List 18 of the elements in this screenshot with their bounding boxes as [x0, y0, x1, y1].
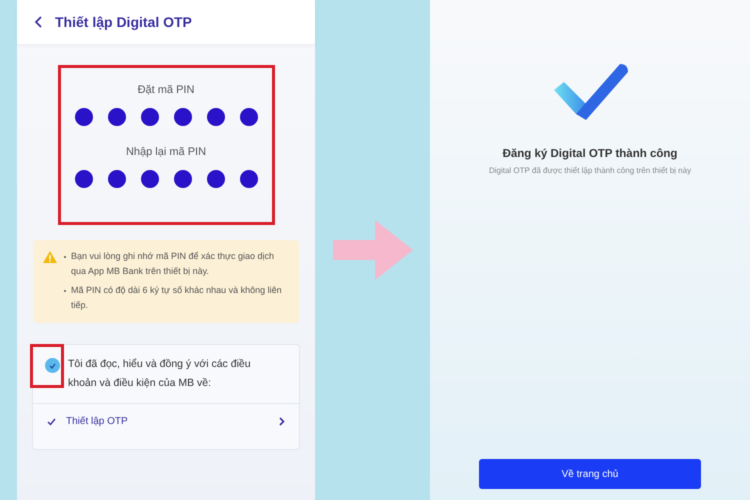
success-title: Đăng ký Digital OTP thành công — [502, 148, 678, 160]
arrow-icon — [332, 220, 412, 280]
back-icon — [35, 16, 43, 28]
pin-label: Nhập lại mã PIN — [126, 146, 206, 158]
warning-icon — [43, 251, 57, 263]
warning-note: Bạn vui lòng ghi nhớ mã PIN để xác thực giao dịch qua App MB Bank trên thiết bị này. — [63, 249, 291, 279]
agree-checkbox[interactable] — [45, 358, 60, 373]
pin-label: Đặt mã PIN — [138, 84, 194, 96]
check-icon — [49, 362, 56, 368]
chevron-icon — [279, 417, 285, 426]
screen-title: Thiết lập Digital OTP — [55, 14, 192, 30]
back-button[interactable] — [35, 16, 43, 28]
terms-link[interactable]: Thiết lập OTP — [33, 404, 299, 449]
highlight-frame — [30, 344, 64, 388]
home-button[interactable]: Về trang chủ — [479, 459, 701, 489]
success-message: Digital OTP đã được thiết lập thành công trên thiết bị này — [488, 166, 692, 175]
warning-note: Mã PIN có độ dài 6 ký tự số khác nhau và không liên tiếp. — [63, 283, 291, 313]
agreement-text: Tôi đã đọc, hiểu và đồng ý với các điều khoản và điều kiện của MB về: — [68, 357, 252, 391]
